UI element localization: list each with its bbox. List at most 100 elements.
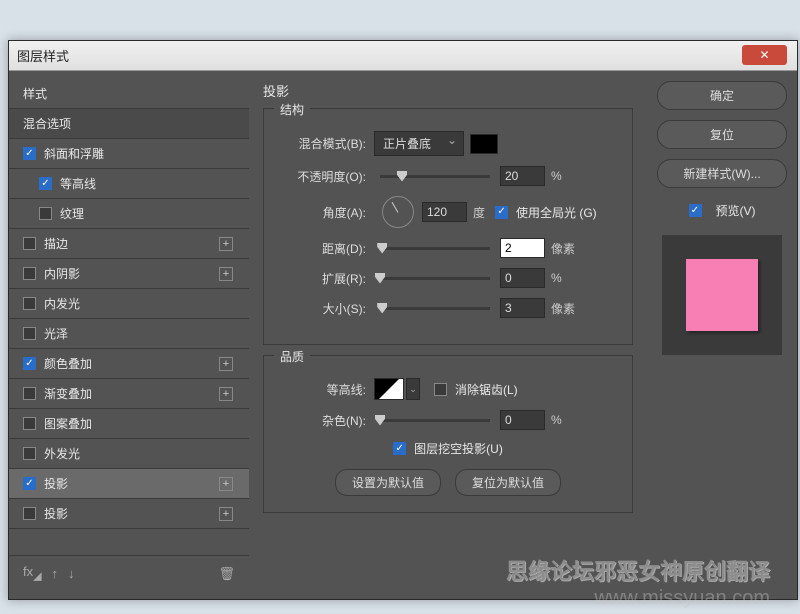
style-label: 颜色叠加 — [44, 355, 92, 372]
knockout-label: 图层挖空投影(U) — [414, 440, 503, 457]
preview-checkbox[interactable] — [689, 204, 702, 217]
style-row-10[interactable]: 外发光 — [9, 439, 249, 469]
titlebar[interactable]: 图层样式 ✕ — [9, 41, 797, 71]
distance-label: 距离(D): — [278, 240, 374, 257]
make-default-button[interactable]: 设置为默认值 — [335, 469, 441, 496]
fx-icon[interactable]: fx◢ — [23, 564, 41, 583]
noise-input[interactable]: 0 — [500, 410, 545, 430]
spread-input[interactable]: 0 — [500, 268, 545, 288]
reset-default-button[interactable]: 复位为默认值 — [455, 469, 561, 496]
opacity-unit: % — [551, 169, 562, 183]
up-arrow-icon[interactable]: ↑ — [51, 566, 58, 581]
structure-legend: 结构 — [274, 101, 310, 118]
blend-options-row[interactable]: 混合选项 — [9, 109, 249, 139]
style-checkbox[interactable] — [23, 147, 36, 160]
settings-panel: 投影 结构 混合模式(B): 正片叠底 不透明度(O): 20 % 角度(A): — [249, 71, 647, 599]
style-checkbox[interactable] — [23, 237, 36, 250]
window-title: 图层样式 — [17, 46, 69, 65]
style-checkbox[interactable] — [23, 327, 36, 340]
style-row-4[interactable]: 内阴影 + — [9, 259, 249, 289]
style-checkbox[interactable] — [23, 507, 36, 520]
opacity-label: 不透明度(O): — [278, 168, 374, 185]
global-light-checkbox[interactable] — [495, 206, 508, 219]
ok-button[interactable]: 确定 — [657, 81, 787, 110]
style-row-1[interactable]: 等高线 — [9, 169, 249, 199]
antialias-label: 消除锯齿(L) — [455, 381, 518, 398]
style-label: 内发光 — [44, 295, 80, 312]
style-row-7[interactable]: 颜色叠加 + — [9, 349, 249, 379]
style-row-8[interactable]: 渐变叠加 + — [9, 379, 249, 409]
style-row-5[interactable]: 内发光 — [9, 289, 249, 319]
global-light-label: 使用全局光 (G) — [516, 204, 597, 221]
style-label: 光泽 — [44, 325, 68, 342]
preview-label: 预览(V) — [716, 202, 756, 219]
cancel-button[interactable]: 复位 — [657, 120, 787, 149]
distance-slider[interactable] — [380, 247, 490, 250]
style-label: 纹理 — [60, 205, 84, 222]
style-row-6[interactable]: 光泽 — [9, 319, 249, 349]
sidebar-header: 样式 — [9, 79, 249, 109]
contour-label: 等高线: — [278, 381, 374, 398]
style-row-12[interactable]: 投影 + — [9, 499, 249, 529]
structure-group: 结构 混合模式(B): 正片叠底 不透明度(O): 20 % 角度(A): 12… — [263, 108, 633, 345]
spread-unit: % — [551, 271, 562, 285]
layer-style-dialog: 图层样式 ✕ 样式 混合选项 斜面和浮雕等高线纹理描边+ 内阴影 + 内发光光泽颜色叠… — [8, 40, 798, 600]
spread-label: 扩展(R): — [278, 270, 374, 287]
antialias-checkbox[interactable] — [434, 383, 447, 396]
size-input[interactable]: 3 — [500, 298, 545, 318]
style-row-0[interactable]: 斜面和浮雕 — [9, 139, 249, 169]
down-arrow-icon[interactable]: ↓ — [68, 566, 75, 581]
size-label: 大小(S): — [278, 300, 374, 317]
noise-slider[interactable] — [380, 419, 490, 422]
new-style-button[interactable]: 新建样式(W)... — [657, 159, 787, 188]
spread-slider[interactable] — [380, 277, 490, 280]
styles-sidebar: 样式 混合选项 斜面和浮雕等高线纹理描边+ 内阴影 + 内发光光泽颜色叠加 + 渐变叠加 +… — [9, 71, 249, 599]
distance-input[interactable]: 2 — [500, 238, 545, 258]
angle-dial[interactable] — [382, 196, 414, 228]
style-checkbox[interactable] — [23, 357, 36, 370]
style-checkbox[interactable] — [23, 477, 36, 490]
contour-dropdown[interactable]: ⌄ — [406, 378, 420, 400]
add-effect-icon[interactable]: + — [219, 237, 233, 251]
shadow-color-swatch[interactable] — [470, 134, 498, 154]
style-row-11[interactable]: 投影+ — [9, 469, 249, 499]
trash-icon[interactable]: 🗑 — [218, 566, 235, 582]
close-icon: ✕ — [759, 48, 769, 62]
style-row-9[interactable]: 图案叠加 — [9, 409, 249, 439]
angle-input[interactable]: 120 — [422, 202, 467, 222]
style-checkbox[interactable] — [23, 417, 36, 430]
angle-unit: 度 — [473, 204, 485, 221]
quality-legend: 品质 — [274, 348, 310, 365]
angle-label: 角度(A): — [278, 204, 374, 221]
style-row-3[interactable]: 描边+ — [9, 229, 249, 259]
add-effect-icon[interactable]: + — [219, 477, 233, 491]
style-checkbox[interactable] — [39, 177, 52, 190]
contour-swatch[interactable] — [374, 378, 404, 400]
knockout-checkbox[interactable] — [393, 442, 406, 455]
close-button[interactable]: ✕ — [742, 45, 787, 65]
add-effect-icon[interactable]: + — [219, 267, 233, 281]
style-label: 等高线 — [60, 175, 96, 192]
noise-label: 杂色(N): — [278, 412, 374, 429]
blendmode-label: 混合模式(B): — [278, 135, 374, 152]
style-checkbox[interactable] — [23, 447, 36, 460]
panel-title: 投影 — [263, 81, 633, 100]
opacity-input[interactable]: 20 — [500, 166, 545, 186]
opacity-slider[interactable] — [380, 175, 490, 178]
noise-unit: % — [551, 413, 562, 427]
style-label: 内阴影 — [44, 265, 80, 282]
add-effect-icon[interactable]: + — [219, 507, 233, 521]
style-checkbox[interactable] — [23, 297, 36, 310]
style-label: 图案叠加 — [44, 415, 92, 432]
add-effect-icon[interactable]: + — [219, 387, 233, 401]
distance-unit: 像素 — [551, 240, 575, 257]
blendmode-select[interactable]: 正片叠底 — [374, 131, 464, 156]
style-checkbox[interactable] — [23, 387, 36, 400]
size-slider[interactable] — [380, 307, 490, 310]
style-label: 投影 — [44, 505, 68, 522]
style-checkbox[interactable] — [23, 267, 36, 280]
style-row-2[interactable]: 纹理 — [9, 199, 249, 229]
add-effect-icon[interactable]: + — [219, 357, 233, 371]
style-checkbox[interactable] — [39, 207, 52, 220]
style-label: 渐变叠加 — [44, 385, 92, 402]
